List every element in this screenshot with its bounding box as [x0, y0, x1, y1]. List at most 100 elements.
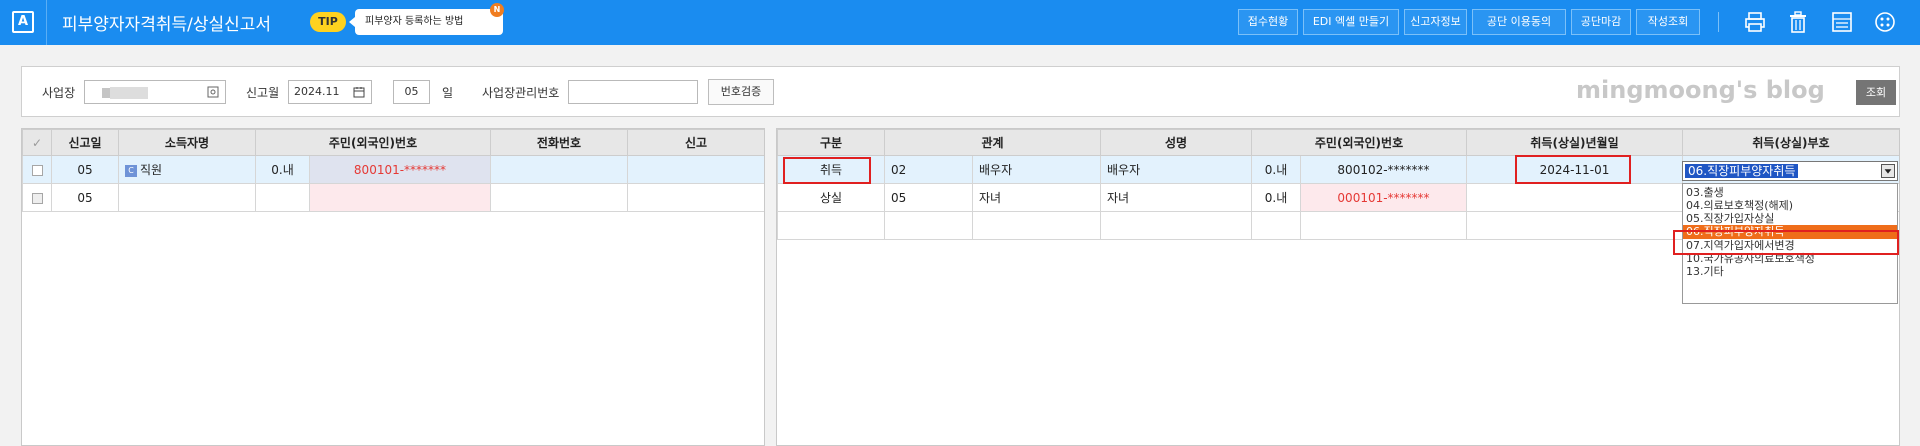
day-unit-label: 일	[442, 86, 454, 100]
empty-cell[interactable]	[1100, 211, 1252, 240]
printer-icon[interactable]	[1742, 9, 1768, 35]
row-checkbox-cell[interactable]	[22, 183, 52, 212]
earner-name-cell[interactable]: C 직원	[118, 155, 256, 184]
right-header-row: 구분 관계 성명 주민(외국인)번호 취득(상실)년월일 취득(상실)부호	[777, 129, 1899, 156]
relation-name-cell[interactable]: 자녀	[972, 183, 1101, 212]
pane-divider[interactable]	[766, 127, 774, 446]
report-month-input[interactable]: 2024.11	[288, 80, 372, 104]
col-phone[interactable]: 전화번호	[490, 129, 628, 156]
acquire-code-dropdown[interactable]: 06.직장피부양자취득	[1682, 161, 1898, 181]
phone-cell[interactable]	[490, 183, 628, 212]
report-cell[interactable]	[627, 155, 764, 184]
spreadsheet-icon[interactable]	[1829, 9, 1855, 35]
page-title: 피부양자자격취득/상실신고서	[62, 15, 272, 35]
relation-code-cell[interactable]: 05	[884, 183, 973, 212]
name-cell[interactable]: 자녀	[1100, 183, 1252, 212]
row-checkbox[interactable]	[31, 164, 43, 176]
chevron-down-icon[interactable]	[1881, 164, 1895, 178]
relation-name-cell[interactable]: 배우자	[972, 155, 1101, 184]
left-table: ✓ 신고일 소득자명 주민(외국인)번호 전화번호 신고 05 C 직원 0.내 …	[22, 129, 764, 212]
app-logo-icon[interactable]: A	[12, 11, 34, 33]
table-row[interactable]: 05 C 직원 0.내 800101-*******	[22, 155, 764, 184]
write-lookup-button[interactable]: 작성조회	[1636, 9, 1700, 35]
earner-name-cell[interactable]	[118, 183, 256, 212]
agency-consent-button[interactable]: 공단 이용동의	[1472, 9, 1566, 35]
report-cell[interactable]	[627, 183, 764, 212]
dropdown-selected-value: 06.직장피부양자취득	[1685, 164, 1799, 178]
receipt-status-button[interactable]: 접수현황	[1238, 9, 1298, 35]
option-other[interactable]: 13.기타	[1683, 265, 1897, 278]
toolbar-divider	[1718, 12, 1719, 32]
edi-excel-button[interactable]: EDI 엑셀 만들기	[1303, 9, 1399, 35]
col-earner-name[interactable]: 소득자명	[118, 129, 256, 156]
resident-number-cell[interactable]	[309, 183, 491, 212]
select-all-checkbox[interactable]: ✓	[22, 129, 52, 156]
col-report-day[interactable]: 신고일	[51, 129, 119, 156]
report-month-label: 신고월	[246, 86, 280, 100]
option-employee-loss[interactable]: 05.직장가입자상실	[1683, 212, 1897, 225]
phone-cell[interactable]	[490, 155, 628, 184]
annotation-box-date	[1515, 155, 1631, 184]
tip-link[interactable]: 피부양자 등록하는 방법	[349, 9, 503, 35]
resident-number-cell[interactable]: 800102-*******	[1300, 155, 1467, 184]
blurred-workplace-name	[110, 87, 148, 99]
agency-close-button[interactable]: 공단마감	[1571, 9, 1631, 35]
search-button[interactable]: 조회	[1856, 80, 1896, 105]
domestic-type-cell[interactable]: 0.내	[255, 155, 310, 184]
topbar-divider	[46, 0, 47, 45]
domestic-type-cell[interactable]: 0.내	[1251, 155, 1301, 184]
table-row[interactable]: 05	[22, 183, 764, 212]
col-acquire-code[interactable]: 취득(상실)부호	[1682, 129, 1899, 156]
lookup-icon[interactable]	[207, 86, 219, 98]
col-report[interactable]: 신고	[627, 129, 764, 156]
top-bar: A 피부양자자격취득/상실신고서 TIP 피부양자 등록하는 방법 N 접수현황…	[0, 0, 1920, 45]
blog-watermark: mingmoong's blog	[1576, 76, 1825, 104]
mgmt-no-input[interactable]	[568, 80, 698, 104]
empty-cell[interactable]	[1466, 211, 1683, 240]
tip-badge[interactable]: TIP	[310, 12, 346, 32]
resident-number-cell[interactable]: 800101-*******	[309, 155, 491, 184]
category-cell[interactable]: 상실	[777, 183, 885, 212]
new-badge: N	[490, 3, 504, 17]
empty-cell[interactable]	[972, 211, 1101, 240]
day-input[interactable]: 05	[393, 80, 430, 104]
earner-name: 직원	[140, 163, 163, 177]
empty-cell[interactable]	[1251, 211, 1301, 240]
option-birth[interactable]: 03.출생	[1683, 186, 1897, 199]
col-relation[interactable]: 관계	[884, 129, 1101, 156]
mgmt-no-label: 사업장관리번호	[482, 86, 560, 100]
row-checkbox-cell[interactable]	[22, 155, 52, 184]
domestic-type-cell[interactable]	[255, 183, 310, 212]
domestic-type-cell[interactable]: 0.내	[1251, 183, 1301, 212]
acquire-date-cell[interactable]	[1466, 183, 1683, 212]
relation-code-cell[interactable]: 02	[884, 155, 973, 184]
option-medical-aid[interactable]: 04.의료보호책정(해제)	[1683, 199, 1897, 212]
col-category[interactable]: 구분	[777, 129, 885, 156]
name-cell[interactable]: 배우자	[1100, 155, 1252, 184]
left-grid: ✓ 신고일 소득자명 주민(외국인)번호 전화번호 신고 05 C 직원 0.내 …	[21, 128, 765, 446]
report-day-cell[interactable]: 05	[51, 155, 119, 184]
row-checkbox[interactable]	[31, 192, 43, 204]
resident-number-cell[interactable]: 000101-*******	[1300, 183, 1467, 212]
col-resident-number[interactable]: 주민(외국인)번호	[1251, 129, 1467, 156]
workplace-select[interactable]	[84, 80, 226, 104]
report-day-cell[interactable]: 05	[51, 183, 119, 212]
report-month-value: 2024.11	[294, 85, 340, 98]
col-name[interactable]: 성명	[1100, 129, 1252, 156]
col-resident-number[interactable]: 주민(외국인)번호	[255, 129, 491, 156]
contact-icon: C	[125, 164, 137, 177]
annotation-box-category	[783, 157, 871, 184]
empty-cell[interactable]	[777, 211, 885, 240]
filter-bar: 사업장 신고월 2024.11 05 일 사업장관리번호 번호검증 mingmo…	[21, 66, 1900, 117]
more-icon[interactable]	[1872, 9, 1898, 35]
annotation-box-option	[1673, 230, 1899, 255]
trash-icon[interactable]	[1785, 9, 1811, 35]
calendar-icon[interactable]	[353, 86, 365, 98]
empty-cell[interactable]	[884, 211, 973, 240]
reporter-info-button[interactable]: 신고자정보	[1404, 9, 1467, 35]
workplace-label: 사업장	[42, 86, 76, 100]
verify-number-button[interactable]: 번호검증	[708, 79, 774, 105]
empty-cell[interactable]	[1300, 211, 1467, 240]
left-header-row: ✓ 신고일 소득자명 주민(외국인)번호 전화번호 신고	[22, 129, 764, 156]
col-acquire-date[interactable]: 취득(상실)년월일	[1466, 129, 1683, 156]
